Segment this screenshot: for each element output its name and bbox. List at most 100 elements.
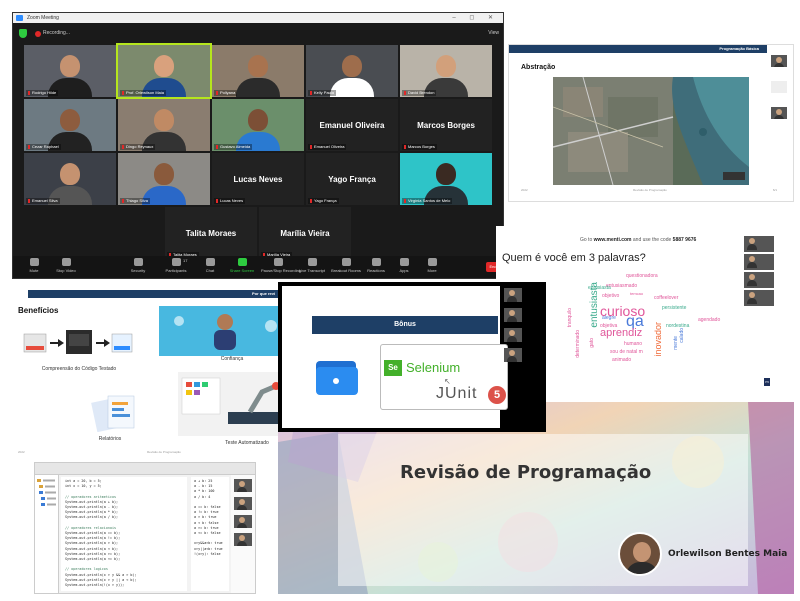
ide-screenshot: int a = 20, b = 5; int x = 10, y = 5; // … [34,462,256,594]
participant-head [60,109,80,131]
slide-footer-title: Revisão de Programação [633,188,667,192]
participant-tile[interactable]: Gustavo Almeida [212,99,304,151]
participant-tile[interactable]: Virgínia Santos de Melo [400,153,492,205]
ide-package-explorer [35,475,59,593]
participant-name-label: Yago França [308,198,339,204]
apps-icon [399,258,409,266]
chat-icon [205,258,215,266]
participant-head [342,55,362,77]
participant-tile[interactable]: Prof. Orlewilson Maia [116,43,212,99]
participant-tile[interactable]: Emanuel Silva [24,153,116,205]
author-name: Orlewilson Bentes Maia [668,549,788,559]
participants-button[interactable]: Participants [159,258,193,273]
reports-illustration [91,395,135,432]
slide-header-text: Por que revi [252,291,276,296]
participant-head [436,55,456,77]
toolbar-label: Pause/Stop Recording [261,268,302,273]
slide-footer-year: 2022 [18,450,25,454]
security-shield-icon[interactable] [19,29,27,38]
more-button[interactable]: More [415,258,449,273]
console-output: a + b: 25 a - b: 15 a * b: 100 a / b: 4 a =… [191,477,229,591]
menti-join-instructions: Go to www.menti.com and use the code 588… [580,237,696,243]
word-cloud-word: aprendiz [600,327,643,339]
participant-thumbnail [744,290,774,306]
selenium-logo-icon: Se [384,360,402,376]
abstracao-slide: Programação Básica Abstração 2022 Revisã… [508,44,794,202]
participant-tile[interactable]: Talita Moraes Talita Moraes [165,207,257,259]
beneficios-slide: Por que revi Benefícios Compreensão do C… [12,286,302,458]
muted-mic-icon [28,144,30,149]
muted-mic-icon [404,90,406,95]
participant-name-label: Pollyana [214,90,238,96]
recording-status[interactable]: Recording... [43,29,70,38]
confidence-illustration [159,306,292,356]
participant-name-label: Cezar Raphael [26,144,61,150]
participant-name-label: Dingo Reynaux [120,144,156,150]
participant-thumbnail [504,328,522,342]
word-cloud-word: objetivo [602,293,620,299]
live-transcript-button[interactable]: Live Transcript [295,258,329,273]
participant-tile[interactable]: Cezar Raphael [24,99,116,151]
participant-head [154,55,174,77]
code-line: System.out.println(!(x > y)); [65,583,125,588]
word-cloud-word: entusiasta [589,282,600,328]
word-cloud-word: nordestina [666,323,690,329]
toolbar-label: Stop Video [56,268,76,273]
participant-name-label: Thiago Silva [120,198,151,204]
participant-tile[interactable]: Marcos Borges Marcos Borges [400,99,492,151]
muted-mic-icon [28,90,30,95]
caption-teste-automatizado: Teste Automatizado [225,440,269,446]
word-cloud-word: gato [589,338,595,348]
word-cloud-word: tranquilo [567,308,573,328]
security-button[interactable]: Security [121,258,155,273]
share-screen-button[interactable]: Share Screen [225,258,259,273]
participant-tile[interactable]: Kelly Paula [306,45,398,97]
participant-tile[interactable]: Pollyana [212,45,304,97]
participant-tile[interactable]: Rodrigo Hilde [24,45,116,97]
participant-name-label: Emanuel Silva [26,198,60,204]
menti-code-mid: and use the code [632,237,672,243]
window-titlebar: Zoom Meeting – ◻ ✕ [13,13,503,23]
breakout-icon [341,258,351,266]
participant-thumbnail [771,55,787,67]
participant-tile[interactable]: David Brendon [400,45,492,97]
participant-tile[interactable]: Thiago Silva [118,153,210,205]
word-cloud-word: mente [673,336,679,350]
participant-name-label: Kelly Paula [308,90,337,96]
selenium-label: Selenium [406,360,461,375]
chat-button[interactable]: Chat [193,258,227,273]
zoom-logo-icon [16,15,23,21]
participant-name-label: Emanuel Oliveira [308,144,347,150]
participant-tile[interactable]: Yago França Yago França [306,153,398,205]
participant-head [154,109,174,131]
participant-tile[interactable]: Emanuel Oliveira Emanuel Oliveira [306,99,398,151]
toolbar-label: Chat [205,268,215,273]
stop-video-button[interactable]: Stop Video [49,258,83,273]
muted-mic-icon [216,198,218,203]
share-screen-icon [237,258,247,266]
slide-title: Abstração [521,64,556,71]
participant-head [248,109,268,131]
muted-mic-icon [404,144,406,149]
junit-version-badge: 5 [488,386,506,404]
participant-tile[interactable]: Marília Vieira Marília Vieira [259,207,351,259]
word-cloud-word: animado [612,357,632,363]
menti-code: 5887 9676 [672,237,697,243]
word-cloud-word: questionadora [626,273,658,279]
view-button[interactable]: View [488,29,499,38]
muted-mic-icon [216,144,218,149]
breakout-rooms-button[interactable]: Breakout Rooms [329,258,363,273]
participant-head [154,163,174,185]
junit-label: JUnit [436,385,478,402]
participant-tile[interactable]: Dingo Reynaux [118,99,210,151]
meeting-toolbar: End Mute Stop Video Security Participants Ch… [13,256,503,278]
pause-stop-recording-button[interactable]: Pause/Stop Recording [261,258,302,273]
window-controls[interactable]: – ◻ ✕ [452,13,499,23]
folder-icon [316,361,358,395]
mute-button[interactable]: Mute [17,258,51,273]
word-cloud-word: humano [624,341,643,347]
participant-name-label: Marcos Borges [402,144,437,150]
participant-tile[interactable]: Lucas Neves Lucas Neves [212,153,304,205]
smile-icon [371,258,381,266]
code-editor[interactable]: int a = 20, b = 5; int x = 10, y = 5; // … [61,477,187,591]
